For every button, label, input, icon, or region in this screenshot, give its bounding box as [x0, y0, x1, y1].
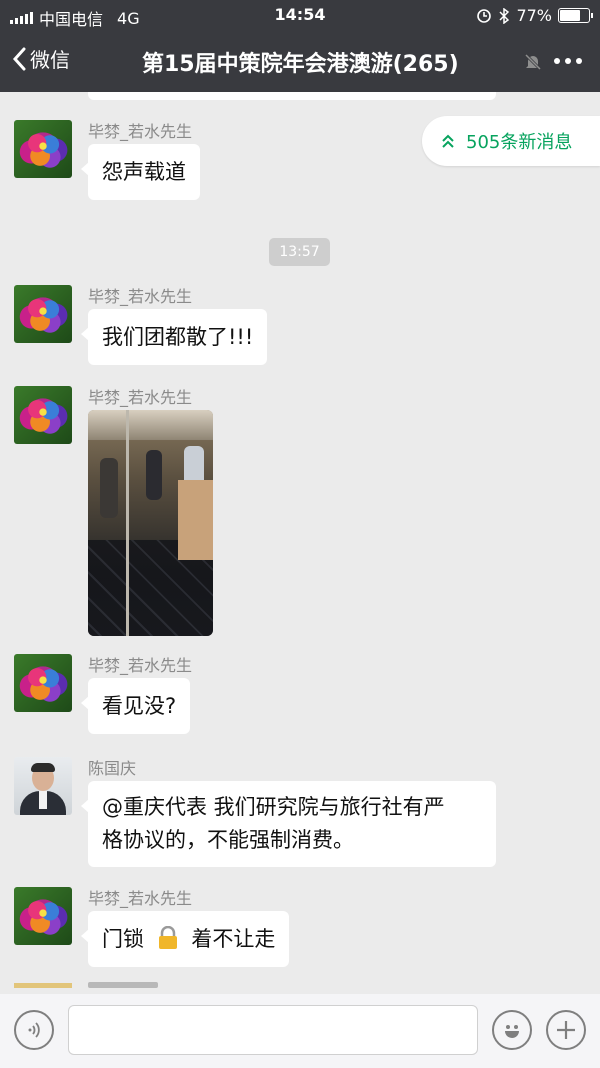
new-messages-label: 505条新消息 [466, 132, 573, 153]
alarm-lock-icon [477, 8, 492, 23]
message-input[interactable] [68, 1005, 478, 1055]
message-bubble[interactable]: @重庆代表 我们研究院与旅行社有严 格协议的，不能强制消费。 [81, 781, 496, 867]
rose-avatar[interactable] [14, 285, 72, 343]
status-bar: 中国电信 4G 14:54 77% [0, 0, 600, 30]
chat-area[interactable]: 505条新消息 毕棼_若水先生 怨声载道 13:57 毕棼_若水先生 我们团都散… [0, 92, 600, 993]
voice-button[interactable] [14, 1010, 54, 1050]
emoji-button[interactable] [492, 1010, 532, 1050]
sender-name: 毕棼_若水先生 [88, 388, 193, 407]
rose-avatar[interactable] [14, 887, 72, 945]
mute-bell-icon [524, 53, 542, 71]
chat-header: 微信 第15届中策院年会港澳游(265) [0, 30, 600, 92]
back-label: 微信 [30, 48, 70, 72]
plus-button[interactable] [546, 1010, 586, 1050]
lock-emoji-icon [158, 925, 177, 949]
sender-name: 陈国庆 [88, 759, 137, 778]
rose-avatar[interactable] [14, 120, 72, 178]
message-bubble[interactable]: 看见没? [80, 678, 191, 734]
message-text: 门锁 [102, 927, 144, 951]
plus-icon [557, 1021, 575, 1039]
message-line: 格协议的，不能强制消费。 [102, 828, 354, 852]
bluetooth-icon [499, 7, 510, 24]
rose-avatar[interactable] [14, 386, 72, 444]
battery-percent: 77% [516, 6, 552, 25]
battery-icon [558, 8, 593, 23]
previous-message-bubble [88, 92, 496, 100]
message-text: 着不让走 [191, 927, 276, 951]
sender-name: 毕棼_若水先生 [88, 889, 193, 908]
message-line: @重庆代表 我们研究院与旅行社有严 [102, 795, 445, 819]
time-divider: 13:57 [269, 238, 330, 266]
chat-title: 第15届中策院年会港澳游(265) [142, 52, 459, 77]
sender-name: 毕棼_若水先生 [88, 122, 193, 141]
back-button[interactable]: 微信 [12, 44, 70, 73]
sender-name: 毕棼_若水先生 [88, 656, 193, 675]
input-bar [0, 982, 600, 1068]
more-dots-icon[interactable] [554, 58, 582, 64]
battery-fill [560, 10, 581, 21]
sender-name: 毕棼_若水先生 [88, 287, 193, 306]
status-right: 77% [476, 6, 593, 25]
message-bubble[interactable]: 门锁 着不让走 [80, 911, 290, 967]
rose-avatar[interactable] [14, 654, 72, 712]
person-avatar[interactable] [14, 757, 72, 815]
back-chevron-icon [12, 47, 26, 70]
double-chevron-up-icon [442, 134, 454, 148]
new-messages-button[interactable]: 505条新消息 [422, 116, 600, 166]
voice-icon [28, 1022, 40, 1038]
lobby-photo[interactable] [88, 410, 213, 636]
message-bubble[interactable]: 怨声载道 [81, 144, 200, 200]
message-bubble[interactable]: 我们团都散了!!! [80, 309, 268, 365]
partial-next-message [0, 982, 600, 994]
emoji-icon [505, 1025, 519, 1038]
